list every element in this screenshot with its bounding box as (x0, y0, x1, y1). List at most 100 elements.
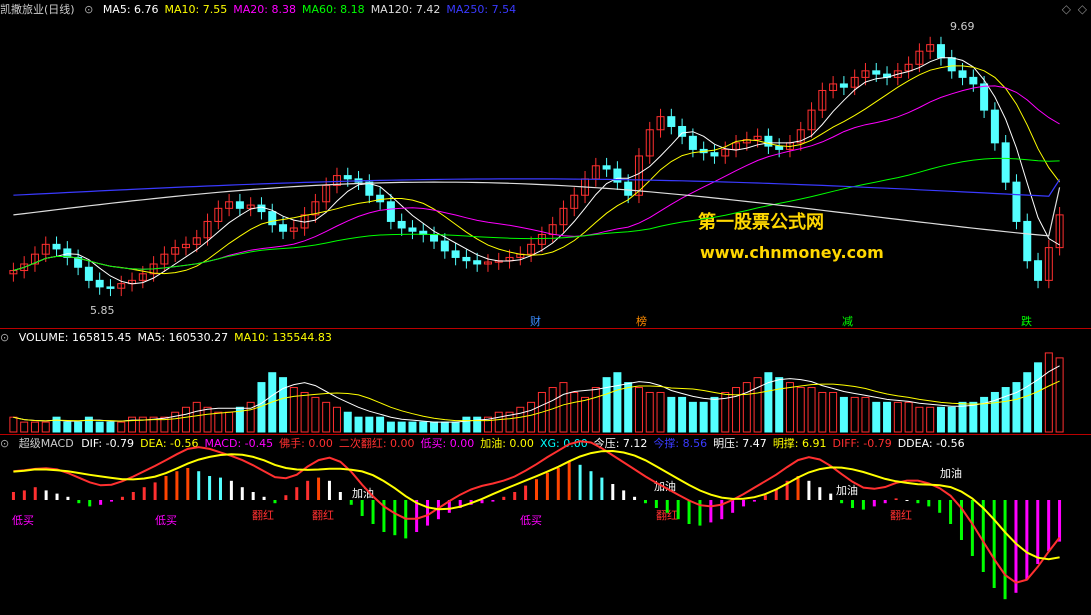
macd-bar (676, 500, 680, 520)
volume-bar (52, 416, 61, 433)
candle-body (451, 250, 460, 258)
macd-bar (861, 500, 865, 510)
macd-bar (1014, 500, 1018, 593)
ma-line-MA5 (13, 57, 1060, 285)
volume-bar (667, 396, 676, 433)
ma-line-MA250 (13, 178, 1061, 197)
dea-line (13, 449, 1060, 561)
candle-body (872, 70, 881, 75)
volume-bar (181, 406, 190, 433)
macd-bar (622, 490, 626, 500)
macd-bar (1025, 500, 1029, 580)
macd-bar (796, 476, 800, 500)
macd-bar (752, 500, 756, 502)
macd-bar (742, 500, 746, 507)
volume-bar (624, 382, 633, 433)
volume-bar (354, 416, 363, 433)
ma-line-MA20 (13, 85, 1060, 271)
volume-bar (1055, 357, 1064, 433)
volume-bar (74, 421, 83, 433)
candle-body (688, 135, 697, 150)
volume-bar (1023, 372, 1032, 433)
volume-bar (969, 401, 978, 433)
macd-bar (665, 500, 669, 513)
volume-bar (656, 391, 665, 433)
macd-bar (175, 471, 179, 500)
macd-bar (164, 476, 168, 500)
candle-body (430, 234, 439, 242)
dif-line (13, 440, 1061, 584)
volume-bar (171, 411, 180, 433)
volume-bar (990, 391, 999, 433)
macd-bar (11, 492, 15, 500)
macd-bar (709, 500, 713, 523)
volume-bar (106, 421, 115, 433)
candle-body (990, 109, 999, 144)
macd-bar (633, 496, 637, 500)
macd-bar (894, 498, 898, 500)
volume-bar (602, 377, 611, 433)
macd-bar (371, 500, 375, 524)
volume-bar (386, 421, 395, 433)
macd-bar (262, 496, 266, 500)
volume-bar (839, 396, 848, 433)
candle-body (1023, 220, 1032, 262)
candle-body (1012, 181, 1021, 222)
candle-body (947, 57, 956, 72)
candle-body (52, 243, 61, 250)
chart-svg (9, 36, 1064, 600)
volume-bar (30, 421, 39, 433)
volume-bar (807, 387, 816, 433)
macd-bar (916, 500, 920, 504)
volume-bar (645, 391, 654, 433)
volume-bar (289, 387, 298, 433)
volume-bar (742, 382, 751, 433)
macd-bar (840, 500, 844, 504)
macd-bar (426, 500, 430, 526)
volume-bar (419, 421, 428, 433)
macd-bar (491, 500, 495, 502)
macd-bar (480, 500, 484, 504)
volume-bar (397, 421, 406, 433)
candle-body (235, 201, 244, 209)
macd-bar (44, 490, 48, 500)
macd-bar (229, 480, 233, 500)
macd-bar (110, 500, 114, 502)
volume-bar (775, 377, 784, 433)
macd-bar (349, 500, 353, 505)
candle-body (969, 76, 978, 85)
macd-bar (556, 468, 560, 500)
candle-body (397, 220, 406, 229)
volume-bar (95, 421, 104, 433)
candle-body (678, 125, 687, 137)
macd-bar (589, 471, 593, 500)
volume-bar (430, 421, 439, 433)
macd-bar (22, 490, 26, 500)
volume-bar (279, 377, 288, 433)
macd-bar (981, 500, 985, 572)
volume-bar (710, 396, 719, 433)
volume-bar (440, 421, 449, 433)
volume-bar (915, 406, 924, 433)
macd-bar (77, 500, 81, 504)
macd-bar (218, 477, 222, 500)
volume-bar (1012, 382, 1021, 433)
volume-bar (1001, 387, 1010, 433)
volume-bar (688, 401, 697, 433)
candle-body (958, 70, 967, 78)
macd-bar (545, 472, 549, 500)
macd-bar (731, 500, 735, 513)
volume-bar (117, 421, 126, 433)
ma-line-MA10 (13, 65, 1060, 275)
macd-bar (338, 492, 342, 500)
macd-bar (643, 500, 647, 504)
stock-chart-stage: { "chart_data": [ { "type": "candlestick… (0, 0, 1091, 615)
candle-body (1034, 260, 1043, 281)
candle-body (839, 83, 848, 88)
candle-body (106, 286, 115, 289)
volume-bar (214, 411, 223, 433)
volume-bar (63, 421, 72, 433)
macd-bar (88, 500, 92, 507)
candle-body (268, 211, 277, 226)
macd-bar (720, 500, 724, 520)
